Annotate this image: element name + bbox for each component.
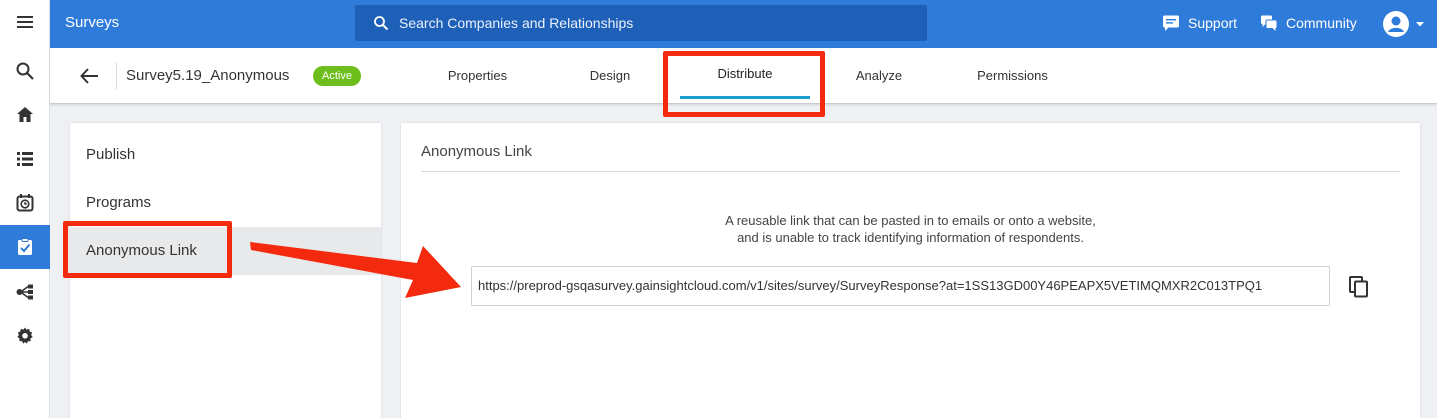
sidebar-item-publish[interactable]: Publish (70, 131, 381, 179)
anonymous-link-panel: Anonymous Link A reusable link that can … (401, 123, 1420, 418)
journey-flow-icon (16, 284, 33, 300)
support-link[interactable]: Support (1162, 0, 1237, 46)
community-link[interactable]: Community (1260, 0, 1357, 46)
sidebar-item-programs[interactable]: Programs (70, 179, 381, 227)
community-label: Community (1286, 15, 1357, 31)
distribute-tab-highlight (663, 51, 825, 117)
rail-timeline-button[interactable] (0, 181, 50, 225)
rail-settings-button[interactable] (0, 314, 50, 358)
menu-button[interactable] (0, 0, 50, 44)
chevron-down-icon[interactable] (1415, 20, 1425, 28)
anonymous-link-field[interactable]: https://preprod-gsqasurvey.gainsightclou… (471, 266, 1330, 306)
status-badge: Active (313, 66, 361, 86)
left-nav-rail (0, 0, 50, 418)
search-icon (374, 16, 389, 31)
link-description: A reusable link that can be pasted in to… (401, 212, 1420, 246)
tab-design[interactable]: Design (560, 48, 660, 103)
rail-list-button[interactable] (0, 137, 50, 181)
app-title: Surveys (65, 14, 120, 31)
panel-divider (421, 171, 1400, 172)
rail-surveys-button[interactable] (0, 225, 50, 269)
home-icon (17, 107, 33, 122)
anonymous-link-highlight (63, 221, 232, 278)
list-icon (17, 152, 33, 166)
top-bar: Surveys Search Companies and Relationshi… (50, 0, 1437, 48)
annotation-arrow-icon (250, 242, 461, 298)
global-search-input[interactable]: Search Companies and Relationships (355, 5, 927, 41)
tab-analyze[interactable]: Analyze (830, 48, 928, 103)
survey-clipboard-icon (18, 238, 32, 255)
user-avatar-icon[interactable] (1382, 10, 1410, 38)
search-icon (16, 62, 34, 80)
survey-name: Survey5.19_Anonymous (126, 67, 290, 84)
description-line-1: A reusable link that can be pasted in to… (725, 213, 1096, 228)
copy-icon[interactable] (1347, 275, 1371, 299)
rail-home-button[interactable] (0, 93, 50, 137)
rail-search-button[interactable] (0, 49, 50, 93)
settings-gear-icon (17, 327, 33, 344)
menu-icon (17, 16, 33, 28)
tab-properties[interactable]: Properties (425, 48, 530, 103)
back-arrow-icon[interactable] (78, 64, 102, 88)
rail-journey-button[interactable] (0, 270, 50, 314)
calendar-clock-icon (16, 194, 34, 212)
support-label: Support (1188, 15, 1238, 31)
header-divider (116, 62, 117, 90)
tab-permissions[interactable]: Permissions (960, 48, 1065, 103)
support-chat-icon (1163, 15, 1179, 31)
community-chat-icon (1261, 15, 1278, 31)
panel-title: Anonymous Link (421, 143, 532, 160)
description-line-2: and is unable to track identifying infor… (737, 230, 1084, 245)
search-placeholder: Search Companies and Relationships (399, 15, 634, 31)
